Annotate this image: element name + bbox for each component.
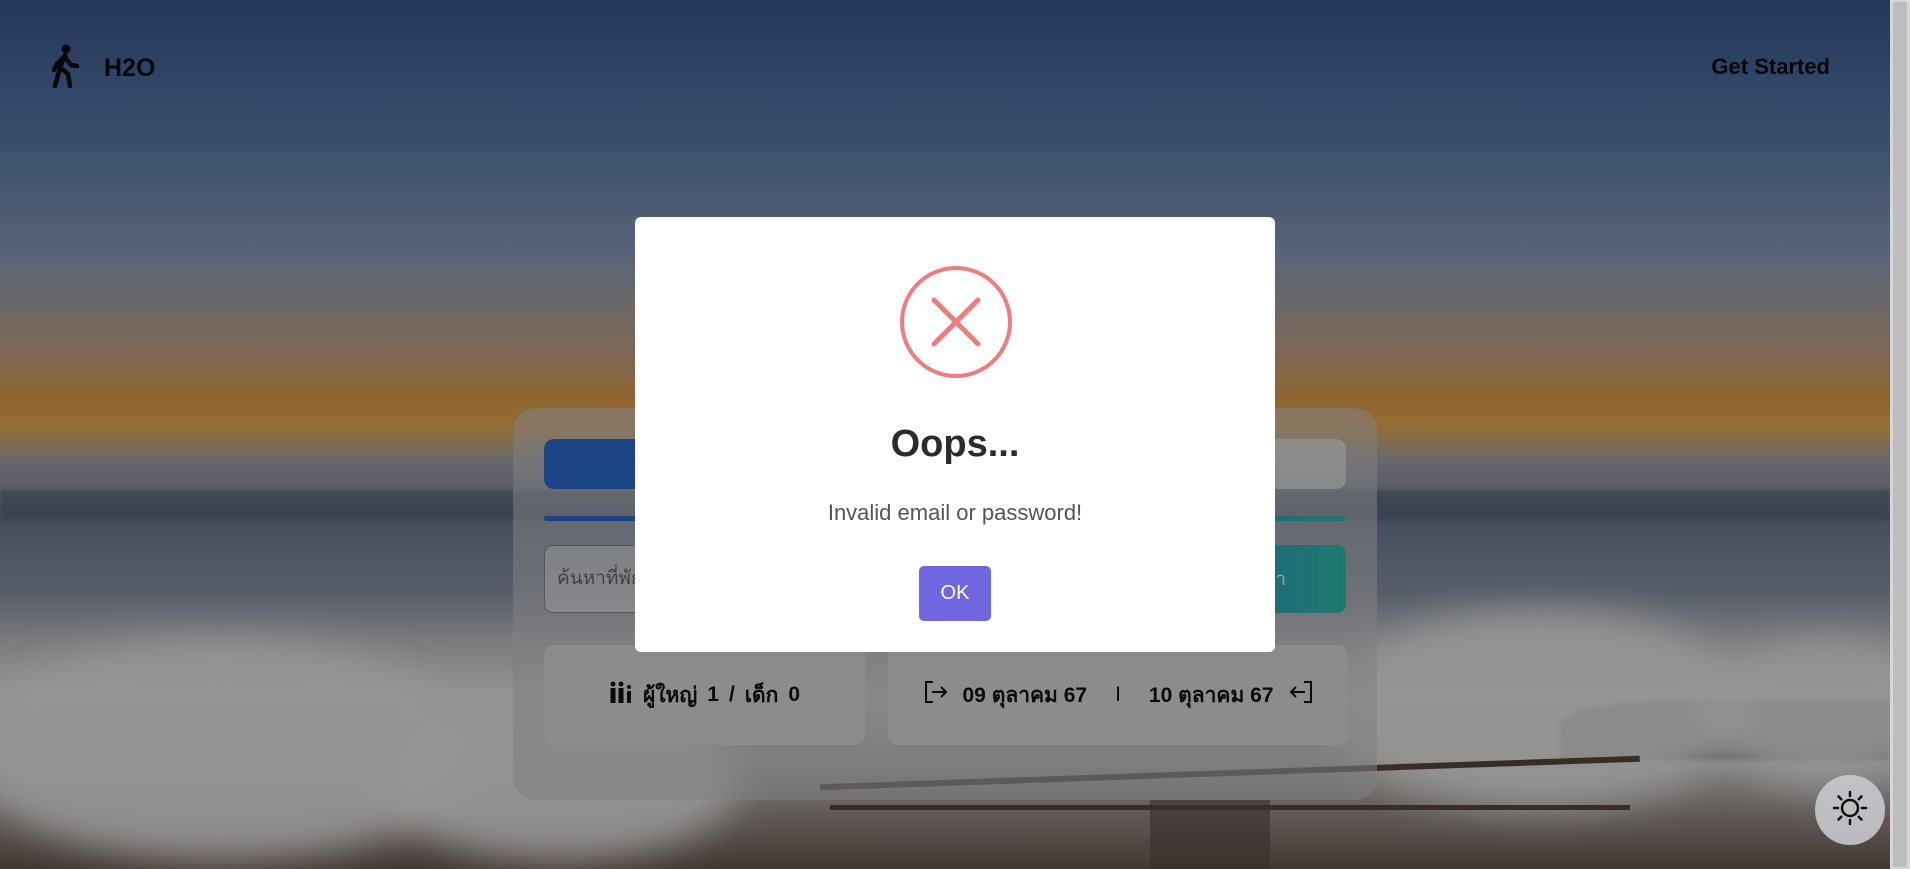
theme-toggle-button[interactable] — [1815, 775, 1885, 845]
error-x-icon — [900, 266, 1012, 378]
ok-button[interactable]: OK — [919, 566, 991, 621]
dialog-message: Invalid email or password! — [827, 500, 1083, 525]
dialog-title: Oops... — [890, 423, 1020, 465]
error-dialog: Oops... Invalid email or password! OK — [635, 217, 1275, 652]
sun-icon — [1832, 790, 1868, 831]
page-scrollbar[interactable] — [1890, 0, 1910, 869]
